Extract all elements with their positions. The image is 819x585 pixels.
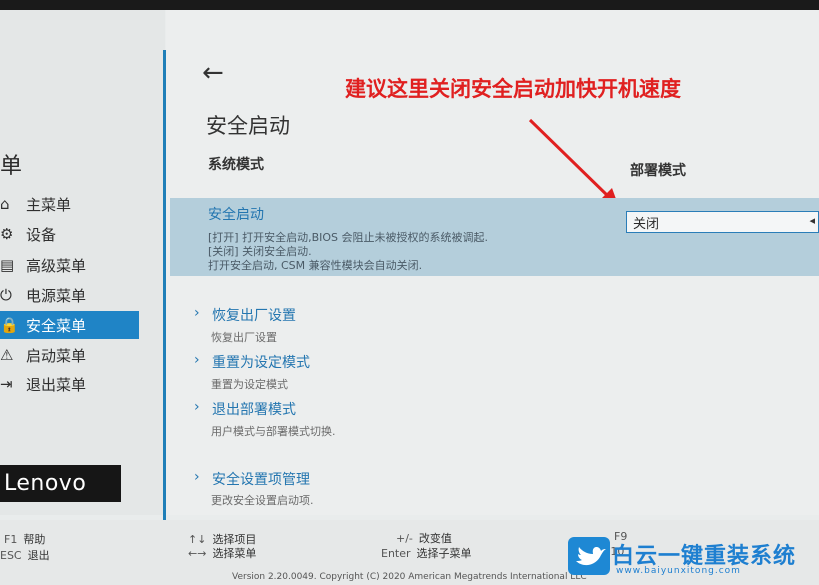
lock-icon: 🔒 (0, 316, 19, 334)
back-arrow-icon[interactable]: ← (202, 58, 224, 88)
menu-link-desc: 更改安全设置启动项. (211, 494, 314, 507)
sidebar-item-boot[interactable]: ⚠ 启动菜单 (0, 341, 86, 369)
help-key-hint: F1 帮助 (4, 533, 46, 546)
sidebar-item-power[interactable]: ⏻ 电源菜单 (0, 281, 86, 309)
restore-factory-link[interactable]: › 恢复出厂设置 (194, 305, 296, 325)
change-value-hint: +/- 改变值 (396, 532, 452, 545)
sidebar-item-label: 启动菜单 (26, 346, 87, 365)
deploy-mode-value: 部署模式 (630, 163, 686, 179)
sidebar-item-label: 主菜单 (26, 195, 72, 214)
page-title: 安全启动 (206, 114, 290, 138)
advanced-icon: ▤ (0, 256, 15, 274)
reset-setup-mode-link[interactable]: › 重置为设定模式 (194, 352, 310, 372)
esc-key-hint: ESC 退出 (0, 549, 50, 562)
sidebar-item-label: 设备 (26, 225, 57, 244)
power-icon: ⏻ (0, 286, 12, 304)
menu-link-label: 恢复出厂设置 (212, 308, 296, 324)
select-menu-hint: ←→ 选择菜单 (188, 547, 257, 560)
chevron-right-icon: › (194, 305, 200, 321)
version-text: Version 2.20.0049. Copyright (C) 2020 Am… (232, 572, 587, 582)
chevron-right-icon: › (194, 352, 200, 368)
chevron-right-icon: › (194, 399, 200, 415)
exit-icon: ⇥ (0, 375, 13, 393)
sidebar-item-label: 电源菜单 (26, 286, 87, 305)
security-settings-link[interactable]: › 安全设置项管理 (194, 469, 310, 489)
boot-icon: ⚠ (0, 346, 14, 364)
chevron-right-icon: › (194, 469, 200, 485)
watermark-url: www.baiyunxitong.com (616, 566, 741, 576)
sidebar-title: 单 (0, 154, 23, 179)
sidebar-item-label: 退出菜单 (26, 375, 87, 394)
annotation-text: 建议这里关闭安全启动加快开机速度 (345, 77, 681, 101)
sidebar-item-exit[interactable]: ⇥ 退出菜单 (0, 370, 86, 398)
secure-boot-desc-3: 打开安全启动, CSM 兼容性模块会自动关闭. (208, 259, 423, 272)
sidebar-item-label: 安全菜单 (26, 316, 87, 335)
lenovo-logo: Lenovo (0, 465, 121, 502)
sidebar-item-security[interactable]: 🔒 安全菜单 (0, 311, 139, 339)
sidebar-item-label: 高级菜单 (26, 256, 87, 275)
top-bezel (0, 0, 819, 10)
menu-link-label: 退出部署模式 (212, 402, 296, 418)
chevron-left-icon: ◂ (809, 214, 815, 227)
menu-link-desc: 恢复出厂设置 (211, 331, 277, 344)
sidebar-item-advanced[interactable]: ▤ 高级菜单 (0, 251, 86, 279)
secure-boot-value: 关闭 (633, 216, 660, 232)
system-mode-label: 系统模式 (208, 157, 264, 173)
menu-link-desc: 用户模式与部署模式切换. (211, 425, 336, 438)
menu-link-label: 重置为设定模式 (212, 355, 310, 371)
sidebar-item-main-menu[interactable]: ⌂ 主菜单 (0, 190, 71, 218)
home-icon: ⌂ (0, 195, 10, 213)
secure-boot-label: 安全启动 (208, 207, 264, 223)
enter-submenu-hint: Enter 选择子菜单 (381, 547, 472, 560)
secure-boot-select[interactable]: 关闭 ◂ (626, 211, 819, 233)
gear-icon: ⚙ (0, 225, 14, 243)
exit-deploy-mode-link[interactable]: › 退出部署模式 (194, 399, 296, 419)
sidebar-item-devices[interactable]: ⚙ 设备 (0, 220, 56, 248)
bird-logo-icon (568, 537, 610, 575)
menu-link-label: 安全设置项管理 (212, 472, 310, 488)
menu-link-desc: 重置为设定模式 (211, 378, 288, 391)
